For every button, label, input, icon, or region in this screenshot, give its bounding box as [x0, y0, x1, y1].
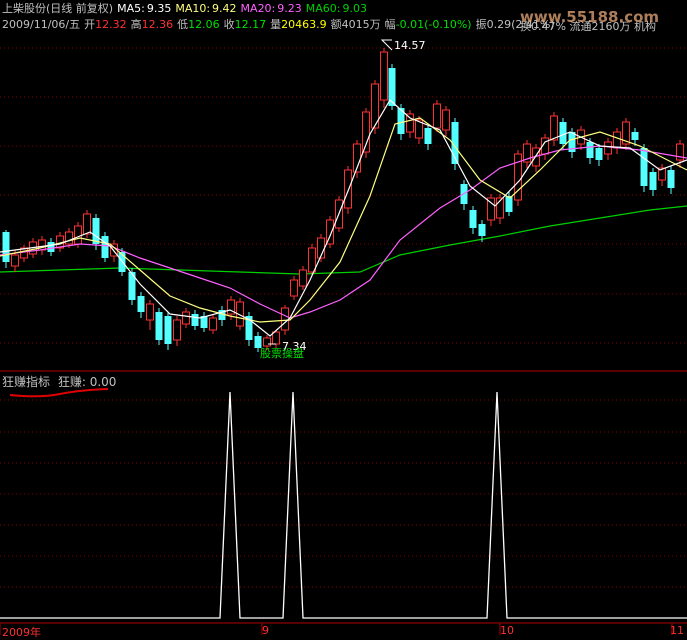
candlestick — [424, 124, 432, 150]
candlestick — [101, 232, 109, 262]
candle-body-down — [191, 314, 199, 326]
candlestick — [604, 138, 612, 160]
candle-body-down — [424, 128, 432, 144]
candlestick — [487, 194, 495, 226]
candle-body-up — [604, 141, 612, 155]
candlestick — [209, 314, 217, 334]
candle-body-up — [74, 225, 82, 245]
candlestick — [146, 300, 154, 330]
candle-body-up — [550, 115, 558, 141]
candlestick — [541, 134, 549, 160]
candle-body-down — [469, 210, 477, 228]
candle-body-down — [47, 242, 55, 252]
indicator-line — [0, 391, 687, 619]
candle-body-down — [505, 196, 513, 212]
candle-body-up — [290, 279, 298, 297]
indicator-value: 0.00 — [89, 375, 117, 389]
ma-lines — [0, 39, 687, 345]
candlestick — [317, 234, 325, 262]
axis-label-11: 11 — [670, 624, 684, 637]
indicator-underline — [9, 388, 109, 398]
axis-label-year: 2009年 — [2, 626, 41, 639]
candlestick — [532, 144, 540, 172]
candle-body-up — [442, 109, 450, 131]
chart-canvas — [0, 39, 687, 635]
ma20-curve — [0, 145, 687, 319]
candle-body-down — [559, 122, 567, 144]
candlestick — [667, 166, 675, 194]
signal-text: 股票操盘 — [260, 347, 304, 360]
candle-body-up — [433, 103, 441, 129]
candle-body-up — [11, 254, 19, 267]
candle-body-down — [667, 170, 675, 188]
candlestick — [191, 310, 199, 330]
candle-body-up — [182, 311, 190, 325]
candlestick — [245, 312, 253, 346]
candlestick — [380, 48, 388, 108]
candlestick — [442, 106, 450, 136]
candlestick — [200, 312, 208, 332]
candlestick — [523, 140, 531, 168]
candlestick — [299, 266, 307, 290]
candle-body-down — [478, 224, 486, 236]
candlestick — [47, 238, 55, 256]
candle-body-down — [586, 142, 594, 158]
axis-label-10: 10 — [500, 624, 514, 637]
candlestick — [2, 230, 10, 268]
candlestick — [218, 306, 226, 326]
candle-body-up — [613, 131, 621, 149]
candlestick — [20, 245, 28, 262]
candlestick — [353, 140, 361, 178]
candlestick — [649, 168, 657, 196]
indicator-name: 狂赚指标 — [2, 375, 51, 389]
candle-body-up — [209, 317, 217, 331]
candlestick — [550, 112, 558, 146]
candlestick — [164, 312, 172, 350]
indicator-spike-line — [0, 391, 687, 619]
candlestick — [406, 110, 414, 138]
candle-body-up — [380, 51, 388, 101]
candle-body-up — [272, 331, 280, 345]
candle-body-up — [281, 307, 289, 331]
indicator-header: 狂赚指标 狂赚: 0.00 — [2, 373, 116, 390]
candlestick — [173, 316, 181, 346]
candlestick — [595, 144, 603, 166]
candlestick — [137, 292, 145, 318]
candle-body-down — [164, 316, 172, 344]
candlestick — [182, 308, 190, 328]
candlestick — [326, 216, 334, 248]
indicator-label: 狂赚: — [57, 375, 86, 389]
candle-body-down — [631, 132, 639, 140]
candle-body-down — [640, 148, 648, 186]
candlestick — [622, 118, 630, 150]
candle-body-up — [65, 231, 73, 245]
candle-body-down — [2, 232, 10, 262]
candle-body-up — [299, 269, 307, 287]
candlestick — [658, 164, 666, 186]
candle-body-up — [308, 247, 316, 273]
axis-label-9: 9 — [262, 624, 269, 637]
candlestick — [613, 128, 621, 154]
candle-body-up — [146, 303, 154, 321]
candle-body-down — [101, 236, 109, 258]
candle-body-down — [649, 172, 657, 190]
candle-body-up — [406, 113, 414, 133]
candlesticks — [2, 48, 684, 352]
candlestick — [469, 206, 477, 234]
candlestick — [514, 150, 522, 206]
candle-body-down — [155, 312, 163, 340]
candle-body-up — [83, 213, 91, 235]
candlestick — [388, 64, 396, 110]
high-price-marker: 14.57 — [394, 39, 426, 52]
candlestick — [290, 276, 298, 300]
candle-body-up — [173, 319, 181, 341]
candle-body-up — [344, 169, 352, 209]
candlestick — [155, 308, 163, 345]
candle-body-down — [137, 296, 145, 312]
candle-body-down — [595, 148, 603, 160]
